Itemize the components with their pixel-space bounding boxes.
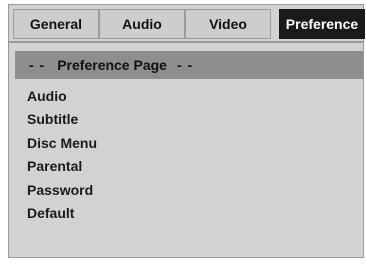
page-header: - - Preference Page - -	[15, 51, 363, 79]
header-prefix: - -	[29, 57, 46, 73]
menu-item-subtitle[interactable]: Subtitle	[27, 108, 97, 131]
tab-audio[interactable]: Audio	[99, 9, 185, 39]
header-suffix: - -	[176, 57, 194, 73]
menu-item-audio[interactable]: Audio	[27, 85, 97, 108]
page-title: Preference Page	[57, 57, 167, 73]
tab-preference[interactable]: Preference	[279, 9, 365, 39]
setup-menu: General Audio Video Preference - - Prefe…	[8, 4, 365, 258]
menu-item-disc-menu[interactable]: Disc Menu	[27, 132, 97, 155]
tab-bar: General Audio Video Preference	[9, 5, 365, 41]
tab-divider	[9, 41, 363, 43]
tab-video[interactable]: Video	[185, 9, 271, 39]
menu-item-password[interactable]: Password	[27, 179, 97, 202]
tab-general[interactable]: General	[13, 9, 99, 39]
preference-menu-list: Audio Subtitle Disc Menu Parental Passwo…	[27, 85, 97, 225]
menu-item-default[interactable]: Default	[27, 202, 97, 225]
menu-item-parental[interactable]: Parental	[27, 155, 97, 178]
